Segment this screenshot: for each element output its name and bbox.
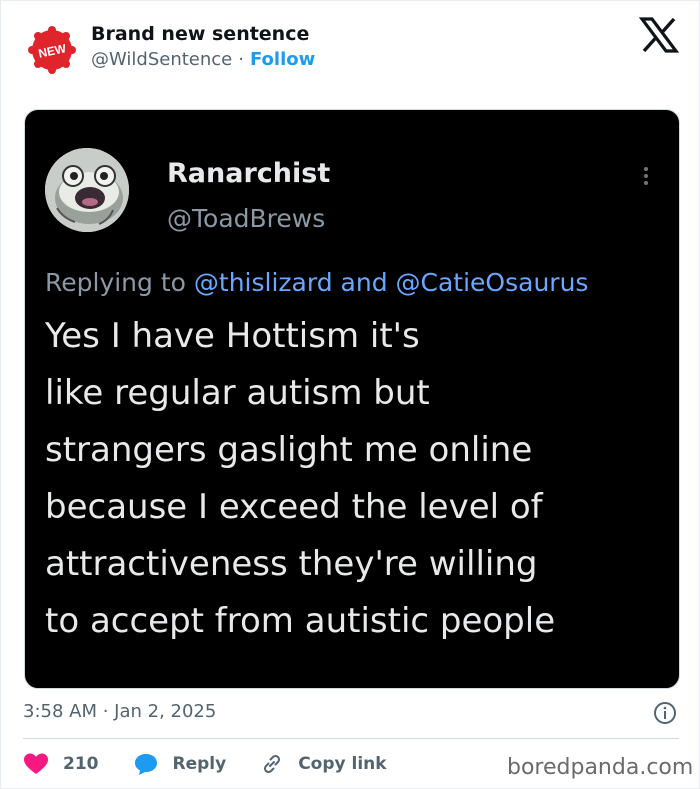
author-handle[interactable]: @WildSentence	[91, 49, 232, 70]
post-line: attractiveness they're willing	[45, 544, 538, 584]
post-line: Yes I have Hottism it's	[45, 316, 420, 356]
author-avatar[interactable]: NEW	[27, 25, 77, 75]
embedded-screenshot[interactable]: Ranarchist @ToadBrews Replying to @thisl…	[24, 109, 680, 689]
divider	[23, 738, 679, 739]
embedded-post-text: Yes I have Hottism it's like regular aut…	[45, 308, 665, 650]
post-line: strangers gaslight me online	[45, 430, 533, 470]
copy-link-button[interactable]: Copy link	[260, 752, 387, 776]
reply-label: Reply	[172, 754, 227, 774]
link-icon	[264, 754, 281, 774]
replying-prefix: Replying to	[45, 268, 186, 297]
likes-count: 210	[63, 754, 99, 774]
info-icon[interactable]	[653, 701, 677, 725]
follow-button[interactable]: Follow	[250, 49, 315, 70]
author-name[interactable]: Brand new sentence	[91, 23, 309, 45]
author-handle-row: @WildSentence · Follow	[91, 49, 315, 70]
post-line: like regular autism but	[45, 373, 430, 413]
mention-thislizard: @thislizard	[193, 268, 333, 297]
more-options-icon	[639, 164, 653, 194]
like-button[interactable]: 210	[23, 752, 99, 776]
replying-to-line: Replying to @thislizard and @CatieOsauru…	[45, 268, 588, 297]
post-line: to accept from autistic people	[45, 601, 556, 641]
embedded-author-handle: @ToadBrews	[167, 204, 326, 233]
x-logo-icon[interactable]	[639, 17, 679, 53]
reply-button[interactable]: Reply	[133, 752, 227, 776]
tweet-card: NEW Brand new sentence @WildSentence · Fol…	[0, 0, 700, 789]
reply-bubble-icon	[134, 754, 157, 775]
action-bar: 210 Reply Copy link	[23, 749, 421, 779]
post-line: because I exceed the level of	[45, 487, 543, 527]
separator-dot: ·	[238, 49, 244, 70]
copy-link-label: Copy link	[298, 754, 387, 774]
mention-and: and	[340, 268, 388, 297]
heart-icon	[24, 753, 48, 774]
mention-catieosaurus: @CatieOsaurus	[395, 268, 589, 297]
embedded-author-name: Ranarchist	[167, 158, 331, 189]
watermark: boredpanda.com	[507, 755, 694, 780]
timestamp[interactable]: 3:58 AM · Jan 2, 2025	[23, 701, 216, 722]
toad-avatar	[45, 148, 129, 232]
